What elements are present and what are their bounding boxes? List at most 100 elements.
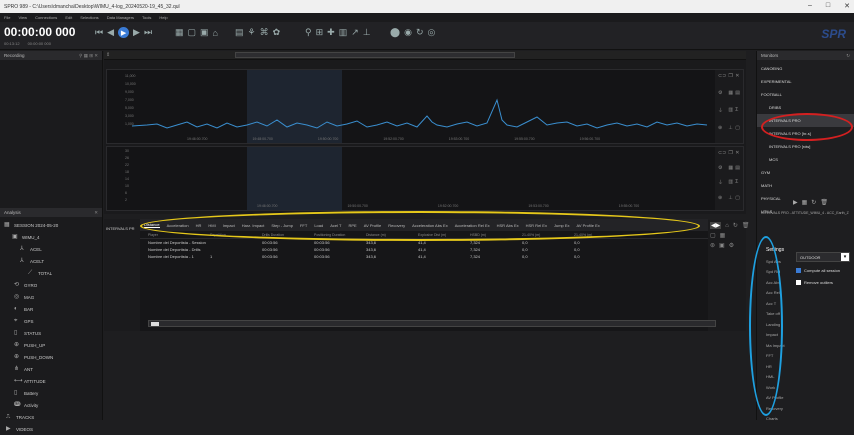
checkbox-checked-icon[interactable]: [796, 268, 801, 273]
grid-icon[interactable]: ▤: [235, 27, 244, 38]
monitor-item[interactable]: EXPERIMENTAL: [757, 75, 854, 88]
close-icon[interactable]: ✕: [94, 210, 98, 216]
next-icon[interactable]: ▶: [133, 27, 140, 38]
settings-icon[interactable]: ⚙: [729, 242, 734, 249]
menu-help[interactable]: Help: [159, 15, 167, 20]
expand-icon[interactable]: ▢: [735, 195, 740, 208]
table-row[interactable]: Nombre del Deportista - 1 1 00:03:56 00:03:…: [140, 253, 708, 260]
search-icon[interactable]: ⚲: [305, 27, 312, 38]
gear-icon[interactable]: ⚙: [718, 90, 726, 105]
tools-icon[interactable]: ⌂: [725, 223, 729, 229]
table-icon[interactable]: ▥: [728, 107, 733, 123]
menu-edit[interactable]: Edit: [65, 15, 72, 20]
speed-graph[interactable]: 30 26 22 18 14 10 6 2 19:46:00.700 19:50:00.700 1…: [106, 146, 744, 211]
menu-connections[interactable]: Connections: [35, 15, 57, 20]
delete-icon[interactable]: 🗑: [820, 199, 828, 206]
skip-start-icon[interactable]: ⏮: [95, 27, 103, 38]
minimize-button[interactable]: –: [808, 2, 812, 10]
save-icon[interactable]: ▣: [719, 242, 725, 249]
tree-item[interactable]: ⋔ ANT: [0, 363, 102, 375]
draw-icon[interactable]: ↗: [351, 27, 359, 38]
close-graph-icon[interactable]: ✕: [735, 150, 740, 163]
monitor-item[interactable]: MATH: [757, 179, 854, 192]
skip-end-icon[interactable]: ⏭: [144, 27, 152, 38]
layout-icon[interactable]: ▦: [175, 27, 184, 38]
refresh-icon[interactable]: ↻: [416, 27, 424, 38]
tree-item[interactable]: ⊕ PUSH_UP: [0, 339, 102, 351]
grid-icon[interactable]: ▦: [720, 232, 726, 239]
compute-all-checkbox[interactable]: Compute all session: [796, 268, 840, 273]
tree-item[interactable]: ⟋ TOTAL: [0, 267, 102, 279]
settings-item[interactable]: Recovery: [762, 403, 854, 414]
export-icon[interactable]: ⌂: [213, 28, 218, 38]
add-chart-icon[interactable]: ✚: [327, 27, 335, 38]
link-icon[interactable]: ⊂⊃: [718, 150, 726, 163]
zoom-region-icon[interactable]: ⊞: [316, 27, 324, 38]
tree-item[interactable]: ⌖ GPS: [0, 315, 102, 327]
play-icon[interactable]: ▶: [118, 27, 130, 38]
tree-item[interactable]: ▦ SESSION 2024-05-20: [0, 219, 102, 231]
menu-tools[interactable]: Tools: [142, 15, 151, 20]
settings-icon[interactable]: ✿: [273, 27, 281, 38]
surface-dropdown[interactable]: OUTDOOR ▾: [796, 252, 850, 262]
copy-icon[interactable]: ❐: [728, 73, 733, 88]
pin-icon[interactable]: ⊥: [728, 125, 733, 140]
table-icon[interactable]: ▥: [339, 27, 348, 38]
sync-icon[interactable]: ◎: [427, 27, 435, 38]
maximize-button[interactable]: □: [826, 2, 830, 10]
delete-icon[interactable]: 🗑: [742, 222, 750, 229]
grid-icon[interactable]: ▦: [802, 199, 808, 206]
layers-icon[interactable]: ▤: [735, 165, 740, 178]
export-icon[interactable]: ▢: [710, 232, 716, 239]
tree-item[interactable]: ↈ Activity: [0, 399, 102, 411]
layers-icon[interactable]: ▤: [735, 90, 740, 105]
zoom-icon[interactable]: ⊕: [718, 195, 726, 208]
tree-item[interactable]: ⊕ PUSH_DOWN: [0, 351, 102, 363]
chevron-down-icon[interactable]: ▾: [841, 253, 849, 261]
network-icon[interactable]: ⚘: [248, 27, 256, 38]
gear-icon[interactable]: ⚙: [718, 165, 726, 178]
sigma-icon[interactable]: Σ: [735, 107, 740, 123]
monitor-item[interactable]: MCS: [757, 153, 854, 166]
tree-item[interactable]: ◎ MAG: [0, 291, 102, 303]
refresh-icon[interactable]: ↻: [733, 222, 738, 229]
copy-icon[interactable]: ❐: [728, 150, 733, 163]
tree-item[interactable]: ⎍ TRACKS: [0, 411, 102, 423]
menu-view[interactable]: View: [18, 15, 27, 20]
monitor-item[interactable]: GYM: [757, 166, 854, 179]
monitor-item[interactable]: FOOTBALL: [757, 88, 854, 101]
close-graph-icon[interactable]: ✕: [735, 73, 740, 88]
menu-selections[interactable]: Selections: [80, 15, 98, 20]
grid-icon[interactable]: ▦: [728, 165, 733, 178]
record-icon[interactable]: ⬤: [390, 27, 400, 38]
save-icon[interactable]: ▣: [200, 27, 209, 38]
prev-tab-icon[interactable]: ◀▶: [710, 222, 722, 229]
filter-icon[interactable]: ⏚: [718, 107, 726, 123]
tree-item[interactable]: ▯ Battery: [0, 387, 102, 399]
target-icon[interactable]: ◉: [404, 27, 412, 38]
prev-icon[interactable]: ◀: [107, 27, 114, 38]
menu-data-managers[interactable]: Data Managers: [107, 15, 134, 20]
settings-item[interactable]: Charts: [762, 414, 854, 425]
play-icon[interactable]: ▶: [793, 199, 798, 206]
checkbox-empty-icon[interactable]: [796, 280, 801, 285]
monitor-item[interactable]: INTERVALS PRO [rdw]: [757, 140, 854, 153]
pin-icon[interactable]: ⊥: [728, 195, 733, 208]
camera-icon[interactable]: ⊛: [710, 242, 715, 249]
table-row[interactable]: Nombre del Deportista - Drills 00:03:56 00…: [140, 246, 708, 253]
share-icon[interactable]: ⌘: [260, 27, 269, 38]
tree-item[interactable]: ⅄ ACEL: [0, 243, 102, 255]
link-icon[interactable]: ⊂⊃: [718, 73, 726, 88]
tree-item[interactable]: ⟲ GYRO: [0, 279, 102, 291]
close-window-button[interactable]: ✕: [844, 2, 850, 10]
frame-icon[interactable]: ▢: [188, 27, 197, 38]
table-icon[interactable]: ▥: [728, 179, 733, 193]
sigma-icon[interactable]: Σ: [735, 179, 740, 193]
timeline-scrollbar[interactable]: [235, 52, 516, 58]
tree-item[interactable]: ▣ WIMU_4: [0, 231, 102, 243]
refresh-icon[interactable]: ↻: [846, 53, 850, 59]
filter-icon[interactable]: ⏚: [718, 179, 726, 193]
tree-item[interactable]: ▯ STATUS: [0, 327, 102, 339]
remove-outliers-checkbox[interactable]: Remove outliers: [796, 280, 833, 285]
tree-item[interactable]: ⟷ ATTITUDE: [0, 375, 102, 387]
